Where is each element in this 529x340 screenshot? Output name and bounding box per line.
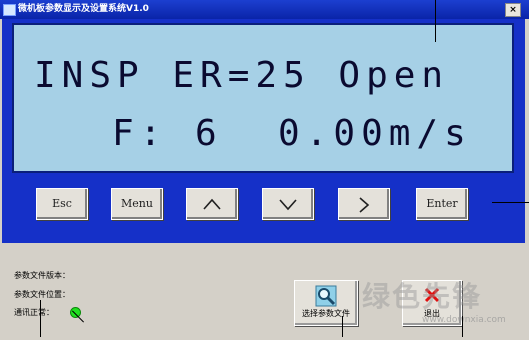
comm-status-label: 通讯正常：: [14, 308, 54, 317]
lcd-line-1: INSP ER=25 Open: [34, 55, 450, 96]
up-button[interactable]: [186, 188, 238, 220]
lcd-line-2: F: 6 0.00m/s: [112, 113, 472, 154]
chevron-up-icon: [203, 198, 221, 210]
watermark-text: 绿色先锋: [362, 280, 483, 313]
callout-line-enter: [492, 202, 529, 203]
menu-button[interactable]: Menu: [111, 188, 163, 220]
select-param-file-button[interactable]: 选择参数文件: [294, 280, 358, 326]
callout-line-exit: [462, 316, 463, 337]
select-param-file-label: 选择参数文件: [302, 309, 350, 318]
status-area: 参数文件版本： 参数文件位置： 通讯正常： 选择参数文件 退出 绿色先锋 www…: [2, 240, 525, 340]
callout-line-labels: [40, 300, 41, 337]
chevron-down-icon: [279, 199, 297, 211]
chevron-right-icon: [359, 197, 370, 213]
down-button[interactable]: [262, 188, 314, 220]
magnifier-icon: [315, 285, 337, 307]
right-button[interactable]: [338, 188, 390, 220]
callout-line-lcd: [435, 0, 436, 42]
window-title: 微机板参数显示及设置系统V1.0: [18, 4, 149, 14]
param-file-version-label: 参数文件版本：: [14, 271, 70, 280]
enter-button[interactable]: Enter: [416, 188, 468, 220]
esc-button[interactable]: Esc: [36, 188, 88, 220]
app-icon: [3, 4, 16, 16]
lcd-display: INSP ER=25 Open F: 6 0.00m/s: [12, 23, 514, 173]
callout-line-select: [342, 316, 343, 337]
window-close-button[interactable]: ×: [505, 3, 521, 17]
title-bar: 微机板参数显示及设置系统V1.0 ×: [0, 0, 529, 19]
control-panel: INSP ER=25 Open F: 6 0.00m/s Esc Menu En…: [2, 19, 525, 240]
param-file-location-label: 参数文件位置：: [14, 290, 70, 299]
watermark-url: www.downxia.com: [422, 315, 506, 325]
